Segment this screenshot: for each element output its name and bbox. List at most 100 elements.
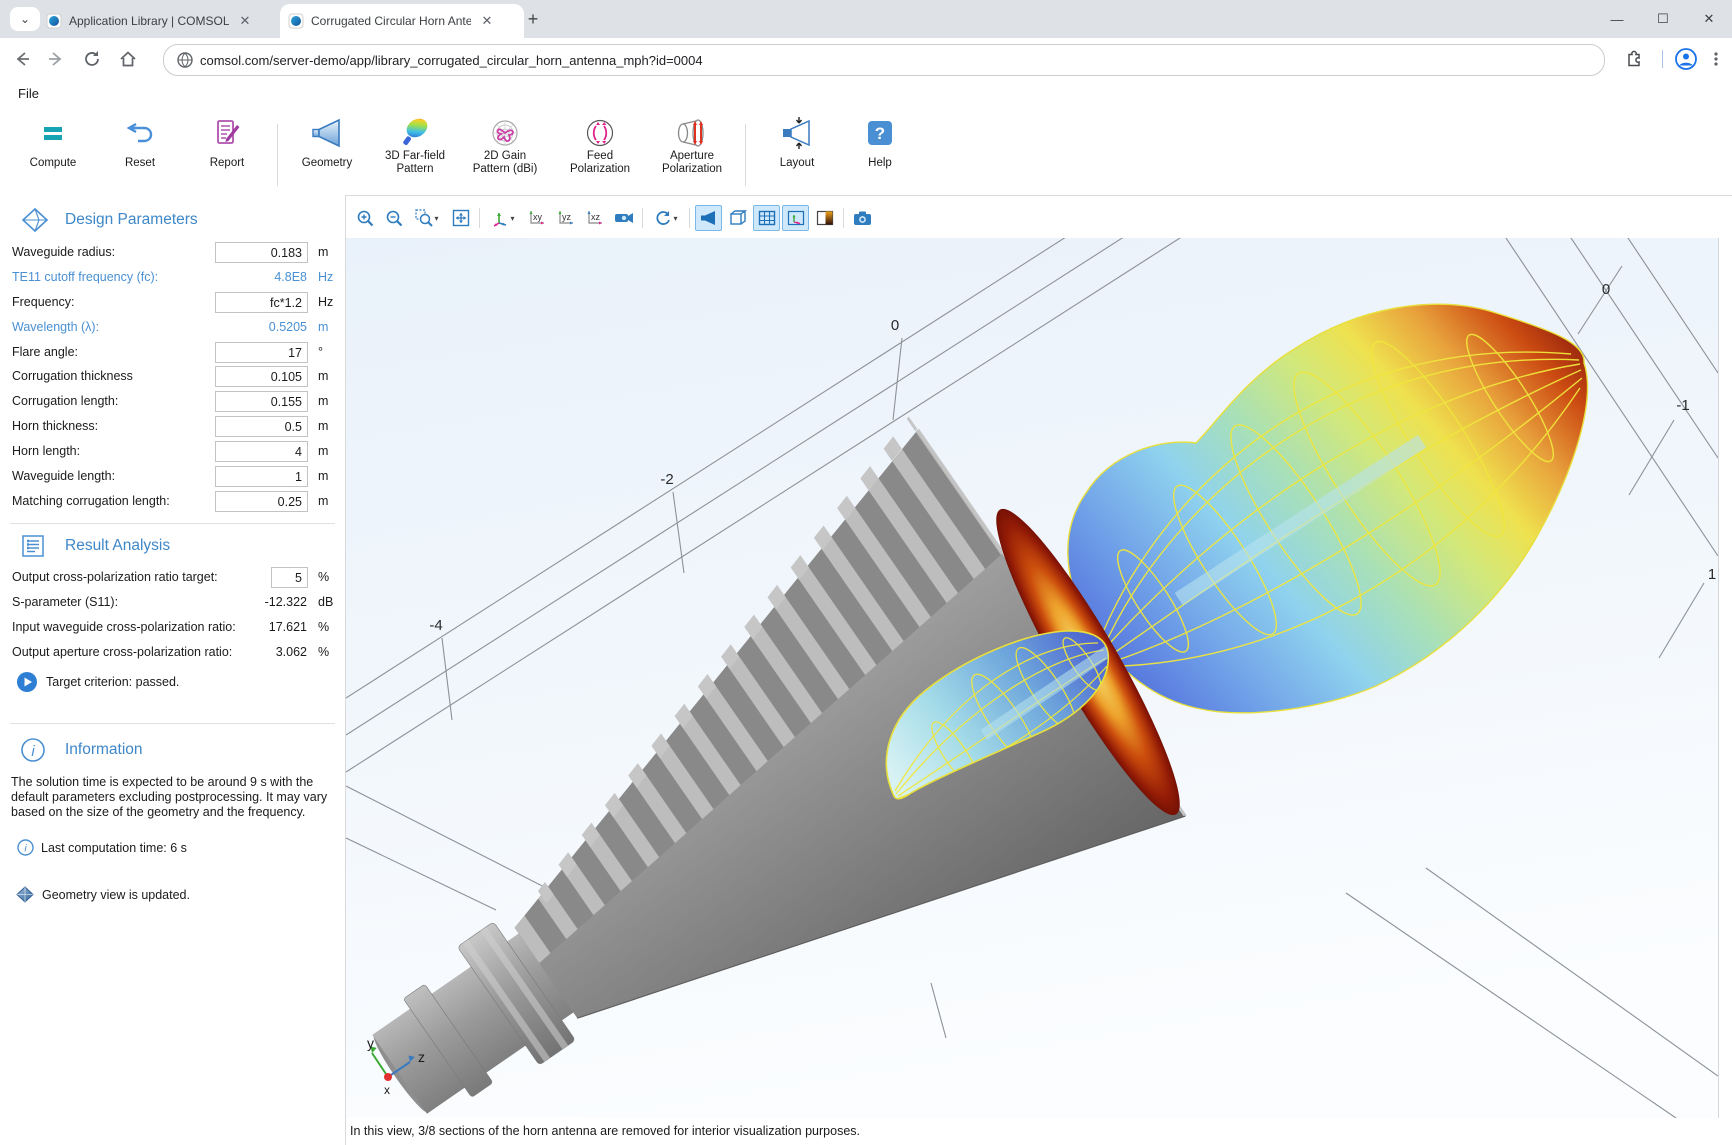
section-divider [10, 523, 335, 524]
axes-orientation-icon [491, 209, 509, 227]
zoom-extents-button[interactable] [447, 205, 474, 231]
view-xz-button[interactable]: xz [581, 205, 608, 231]
reload-button[interactable] [78, 45, 106, 73]
compute-icon [38, 118, 68, 148]
frequency-input[interactable] [215, 292, 308, 313]
result-analysis-icon [20, 533, 46, 559]
graphics-canvas[interactable]: 0 -2 -4 0 -1 1 [346, 238, 1719, 1118]
cross-polarization-target-input[interactable] [271, 567, 308, 588]
comsol-favicon-icon [288, 13, 304, 29]
target-criterion-status: Target criterion: passed. [46, 675, 179, 689]
view-box-button[interactable] [724, 205, 751, 231]
param-row-corrugation-length: Corrugation length: m [0, 391, 345, 412]
param-row-flare-angle: Flare angle: ° [0, 342, 345, 363]
3d-farfield-pattern-button[interactable]: 3D Far-field Pattern [375, 116, 455, 176]
camera-icon [853, 210, 872, 226]
profile-button[interactable] [1672, 45, 1700, 73]
param-row-wavelength: Wavelength (λ): 0.5205 m [0, 317, 345, 338]
reset-icon [124, 118, 156, 148]
horn-length-input[interactable] [215, 441, 308, 462]
zoom-out-button[interactable] [380, 205, 407, 231]
toolbar-separator [642, 208, 643, 228]
new-tab-button[interactable]: + [522, 9, 544, 31]
corrugation-length-input[interactable] [215, 391, 308, 412]
geometry-visibility-toggle[interactable] [695, 205, 722, 231]
help-button[interactable]: ? Help [845, 116, 915, 170]
result-row-input-crosspol: Input waveguide cross-polarization ratio… [0, 617, 345, 638]
axis-label: 1 [1708, 566, 1716, 583]
window-close-button[interactable]: ✕ [1686, 0, 1732, 38]
extensions-button[interactable] [1620, 45, 1648, 73]
back-button[interactable] [8, 45, 36, 73]
horn-thickness-input[interactable] [215, 416, 308, 437]
view-xy-icon: xy [527, 209, 547, 227]
tab-corrugated-horn[interactable]: Corrugated Circular Horn Anten ✕ [280, 4, 524, 38]
go-to-default-view-button[interactable]: ▾ [485, 205, 521, 231]
report-button[interactable]: Report [187, 116, 267, 170]
axes-toggle[interactable] [782, 205, 809, 231]
view-xy-button[interactable]: xy [523, 205, 550, 231]
3d-scene: 0 -2 -4 0 -1 1 [346, 238, 1718, 1118]
aperture-polarization-button[interactable]: Aperture Polarization [647, 116, 737, 176]
grid-toggle[interactable] [753, 205, 780, 231]
zoom-in-button[interactable] [351, 205, 378, 231]
triad-label-x: x [384, 1083, 390, 1097]
horn-speaker-icon [700, 210, 718, 226]
param-row-horn-thickness: Horn thickness: m [0, 416, 345, 437]
puzzle-icon [1624, 49, 1644, 69]
2d-gain-pattern-button[interactable]: 2D Gain Pattern (dBi) [460, 116, 550, 176]
svg-text:?: ? [875, 124, 885, 143]
waveguide-radius-input[interactable] [215, 242, 308, 263]
scene-light-button[interactable] [610, 205, 637, 231]
forward-button[interactable] [42, 45, 70, 73]
information-icon: i [20, 737, 46, 763]
tab-close-icon[interactable]: ✕ [237, 13, 253, 29]
ribbon-separator [745, 124, 746, 186]
color-legend-toggle[interactable] [811, 205, 838, 231]
view-yz-button[interactable]: yz [552, 205, 579, 231]
url-text: comsol.com/server-demo/app/library_corru… [200, 53, 703, 68]
chevron-down-icon: ⌄ [20, 12, 30, 26]
flare-angle-input[interactable] [215, 342, 308, 363]
window-minimize-button[interactable]: — [1594, 0, 1640, 38]
toolbar-separator [843, 208, 844, 228]
dropdown-caret-icon: ▾ [510, 214, 514, 223]
reset-button[interactable]: Reset [100, 116, 180, 170]
design-parameters-icon [20, 207, 50, 235]
param-row-matching-corrugation-length: Matching corrugation length: m [0, 491, 345, 512]
tab-close-icon[interactable]: ✕ [479, 13, 495, 29]
tab-application-library[interactable]: Application Library | COMSOL S ✕ [38, 4, 279, 38]
browser-menu-button[interactable] [1702, 45, 1730, 73]
compute-button[interactable]: Compute [13, 116, 93, 170]
result-row-output-crosspol: Output aperture cross-polarization ratio… [0, 642, 345, 663]
forward-arrow-icon [46, 49, 66, 69]
geometry-button[interactable]: Geometry [287, 116, 367, 170]
matching-corrugation-length-input[interactable] [215, 491, 308, 512]
grid-icon [758, 210, 776, 226]
home-button[interactable] [114, 45, 142, 73]
corrugation-thickness-input[interactable] [215, 366, 308, 387]
address-bar[interactable]: comsol.com/server-demo/app/library_corru… [163, 44, 1605, 76]
param-row-corrugation-thickness: Corrugation thickness m [0, 366, 345, 387]
file-menu[interactable]: File [14, 84, 43, 103]
reload-icon [82, 49, 102, 69]
last-computation-time: Last computation time: 6 s [41, 841, 187, 855]
feed-polarization-button[interactable]: Feed Polarization [560, 116, 640, 176]
information-paragraph: The solution time is expected to be arou… [11, 775, 341, 820]
dropdown-caret-icon: ▾ [434, 214, 438, 223]
back-arrow-icon [12, 49, 32, 69]
design-parameters-header: Design Parameters [0, 207, 340, 237]
snapshot-button[interactable] [849, 205, 876, 231]
site-info-icon [176, 51, 194, 69]
zoom-box-button[interactable]: ▾ [409, 205, 445, 231]
param-row-frequency: Frequency: Hz [0, 292, 345, 313]
waveguide-length-input[interactable] [215, 466, 308, 487]
layout-button[interactable]: Layout [757, 116, 837, 170]
tab-search-button[interactable]: ⌄ [10, 7, 40, 31]
app-menu-bar: File [0, 80, 1732, 106]
graphics-toolbar: ▾ ▾ xy yz xz ▾ [351, 204, 876, 232]
svg-text:i: i [24, 843, 27, 855]
result-analysis-header: Result Analysis [0, 533, 340, 563]
reset-camera-button[interactable]: ▾ [648, 205, 684, 231]
window-maximize-button[interactable]: ☐ [1640, 0, 1686, 38]
